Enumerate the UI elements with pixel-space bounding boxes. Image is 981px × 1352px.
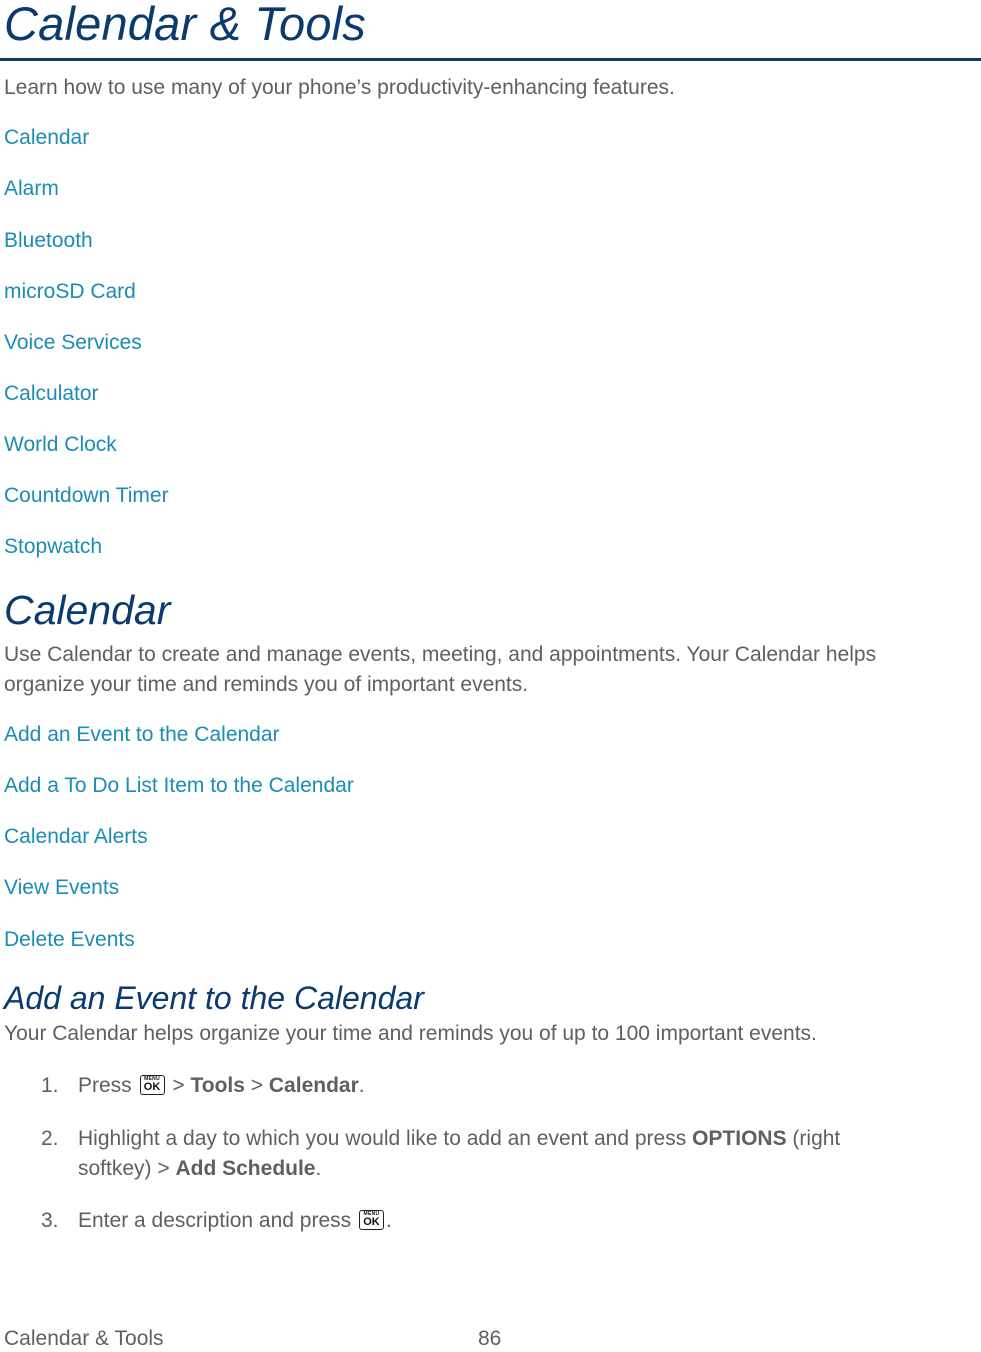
footer-section-name: Calendar & Tools — [4, 1327, 164, 1350]
menu-ok-key-icon: MENU OK — [359, 1210, 384, 1230]
add-event-description: Your Calendar helps organize your time a… — [4, 1022, 817, 1045]
step-1: 1. Press MENU OK > Tools > Calendar. — [41, 1071, 365, 1101]
step-bold-add-schedule: Add Schedule — [175, 1157, 316, 1180]
step-bold-options: OPTIONS — [692, 1127, 787, 1150]
calendar-link-add-todo[interactable]: Add a To Do List Item to the Calendar — [4, 773, 354, 799]
toc-link-calculator[interactable]: Calculator — [4, 381, 99, 407]
toc-link-voice-services[interactable]: Voice Services — [4, 330, 142, 356]
step-number: 3. — [41, 1209, 59, 1232]
calendar-description-line1: Use Calendar to create and manage events… — [4, 643, 877, 666]
intro-text: Learn how to use many of your phone’s pr… — [4, 76, 675, 99]
toc-link-microsd-card[interactable]: microSD Card — [4, 279, 136, 305]
step-2-line2: softkey) > Add Schedule. — [78, 1157, 322, 1180]
step-3: 3. Enter a description and press MENU OK. — [41, 1206, 392, 1236]
calendar-link-delete-events[interactable]: Delete Events — [4, 927, 135, 953]
calendar-link-alerts[interactable]: Calendar Alerts — [4, 824, 148, 850]
add-event-heading: Add an Event to the Calendar — [4, 980, 424, 1016]
calendar-heading: Calendar — [4, 587, 171, 633]
menu-ok-key-icon: MENU OK — [139, 1075, 165, 1095]
page-title: Calendar & Tools — [4, 0, 367, 50]
footer-page-number: 86 — [478, 1327, 502, 1350]
step-bold-tools: Tools — [190, 1074, 245, 1097]
step-2: 2. Highlight a day to which you would lik… — [41, 1124, 840, 1154]
step-separator: > — [250, 1074, 264, 1097]
step-text: Press — [78, 1074, 132, 1097]
calendar-description-line2: organize your time and reminds you of im… — [4, 673, 529, 696]
calendar-link-add-event[interactable]: Add an Event to the Calendar — [4, 722, 280, 748]
toc-link-countdown-timer[interactable]: Countdown Timer — [4, 483, 169, 509]
step-text: Highlight a day to which you would like … — [78, 1127, 687, 1150]
step-number: 2. — [41, 1127, 59, 1150]
step-text: softkey) > — [78, 1157, 170, 1180]
toc-link-bluetooth[interactable]: Bluetooth — [4, 228, 93, 254]
toc-link-alarm[interactable]: Alarm — [4, 176, 59, 202]
toc-link-stopwatch[interactable]: Stopwatch — [4, 534, 102, 560]
step-separator: > — [172, 1074, 185, 1097]
step-text: Enter a description and press — [78, 1209, 352, 1232]
calendar-link-view-events[interactable]: View Events — [4, 875, 119, 901]
toc-link-world-clock[interactable]: World Clock — [4, 432, 117, 458]
step-bold-calendar: Calendar — [268, 1074, 359, 1097]
title-divider — [0, 58, 981, 61]
step-number: 1. — [41, 1074, 59, 1097]
toc-link-calendar[interactable]: Calendar — [4, 125, 89, 151]
step-text-cont: (right — [792, 1127, 841, 1150]
